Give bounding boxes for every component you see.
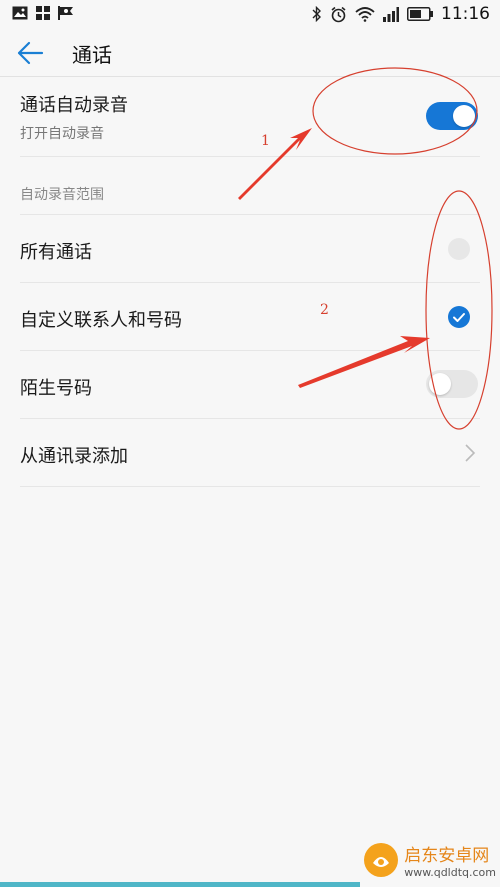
- add-from-contacts-row[interactable]: 从通讯录添加: [0, 419, 500, 486]
- watermark-name: 启东安卓网: [404, 846, 490, 866]
- signal-icon: [383, 6, 399, 22]
- bottom-accent-bar: [0, 882, 360, 887]
- option-label: 自定义联系人和号码: [20, 310, 182, 331]
- auto-record-row[interactable]: 通话自动录音 打开自动录音: [0, 77, 500, 156]
- option-label: 陌生号码: [20, 378, 92, 399]
- toggle-knob: [429, 373, 451, 395]
- chevron-right-icon: [465, 444, 476, 462]
- status-time: 11:16: [441, 4, 490, 24]
- check-icon: [453, 313, 465, 322]
- option-unknown-numbers[interactable]: 陌生号码: [0, 351, 500, 418]
- watermark: 启东安卓网 www.qdldtq.com: [364, 841, 496, 879]
- annotation-label-1: 1: [261, 133, 270, 149]
- custom-contacts-radio[interactable]: [448, 306, 470, 328]
- watermark-logo-icon: [364, 843, 399, 877]
- status-left-icons: [12, 6, 74, 20]
- alarm-icon: [331, 6, 346, 22]
- battery-icon: [407, 7, 433, 21]
- divider: [20, 156, 480, 157]
- unknown-numbers-toggle[interactable]: [426, 370, 478, 398]
- option-custom-contacts[interactable]: 自定义联系人和号码: [0, 283, 500, 350]
- watermark-url: www.qdldtq.com: [404, 866, 496, 879]
- toggle-knob: [453, 105, 475, 127]
- all-calls-radio[interactable]: [448, 238, 470, 260]
- divider: [20, 486, 480, 487]
- watermark-text: 启东安卓网 www.qdldtq.com: [404, 841, 496, 879]
- back-button[interactable]: [14, 38, 46, 68]
- option-label: 所有通话: [20, 242, 92, 263]
- back-arrow-icon: [17, 41, 44, 65]
- option-all-calls[interactable]: 所有通话: [0, 215, 500, 282]
- auto-record-title: 通话自动录音: [20, 95, 128, 116]
- status-bar: 11:16: [0, 0, 500, 30]
- option-label: 从通讯录添加: [20, 446, 128, 467]
- wifi-icon: [355, 7, 375, 22]
- image-icon: [12, 6, 28, 20]
- page-title: 通话: [72, 43, 112, 67]
- auto-record-toggle[interactable]: [426, 102, 478, 130]
- grid-icon: [36, 6, 50, 20]
- annotation-label-2: 2: [320, 302, 329, 318]
- bluetooth-icon: [312, 6, 321, 22]
- section-label: 自动录音范围: [20, 187, 104, 203]
- app-bar: 通话: [0, 30, 500, 76]
- auto-record-subtitle: 打开自动录音: [20, 126, 104, 142]
- flag-icon: [58, 6, 73, 20]
- status-right-icons: 11:16: [312, 4, 490, 24]
